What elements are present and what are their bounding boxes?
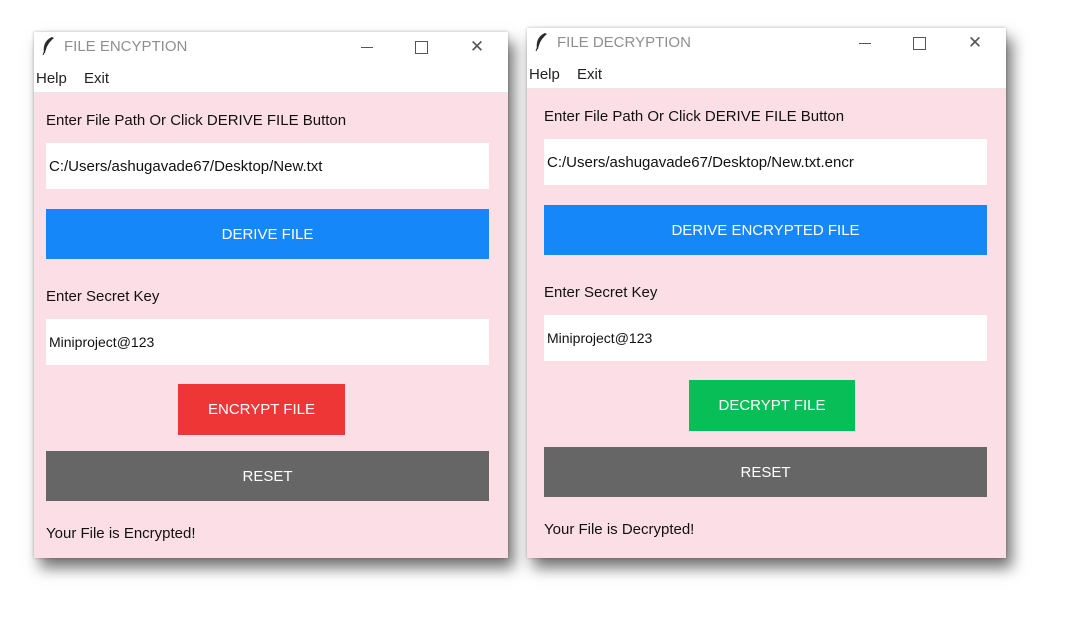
- decrypt-file-button[interactable]: DECRYPT FILE: [689, 380, 855, 431]
- minimize-button[interactable]: [852, 32, 878, 54]
- encryption-window: FILE ENCYPTION ✕ Help Exit Enter File Pa…: [34, 32, 508, 558]
- status-text: Your File is Encrypted!: [46, 525, 196, 542]
- secret-key-input[interactable]: [544, 315, 987, 361]
- window-title: FILE ENCYPTION: [64, 38, 188, 55]
- close-icon: ✕: [469, 37, 485, 56]
- reset-button[interactable]: RESET: [544, 447, 987, 497]
- minimize-icon: [361, 46, 373, 48]
- feather-icon: [40, 36, 56, 56]
- window-title: FILE DECRYPTION: [557, 34, 691, 51]
- reset-button[interactable]: RESET: [46, 451, 489, 501]
- derive-file-button[interactable]: DERIVE FILE: [46, 209, 489, 259]
- decryption-window: FILE DECRYPTION ✕ Help Exit Enter File P…: [527, 28, 1006, 558]
- maximize-icon: [414, 40, 428, 54]
- secret-key-input[interactable]: [46, 319, 489, 365]
- status-text: Your File is Decrypted!: [544, 521, 695, 538]
- maximize-button[interactable]: [408, 36, 434, 58]
- file-path-label: Enter File Path Or Click DERIVE FILE But…: [46, 112, 347, 129]
- title-bar[interactable]: FILE DECRYPTION ✕: [527, 28, 1006, 58]
- file-path-input[interactable]: [46, 143, 489, 189]
- feather-icon: [533, 32, 549, 52]
- title-bar[interactable]: FILE ENCYPTION ✕: [34, 32, 508, 62]
- menu-exit[interactable]: Exit: [84, 70, 109, 87]
- close-button[interactable]: ✕: [464, 36, 490, 58]
- minimize-icon: [859, 42, 871, 44]
- derive-encrypted-file-button[interactable]: DERIVE ENCRYPTED FILE: [544, 205, 987, 255]
- maximize-icon: [912, 36, 926, 50]
- close-button[interactable]: ✕: [962, 32, 988, 54]
- secret-key-label: Enter Secret Key: [544, 284, 658, 301]
- encrypt-file-button[interactable]: ENCRYPT FILE: [178, 384, 345, 435]
- menu-help[interactable]: Help: [36, 70, 67, 87]
- secret-key-label: Enter Secret Key: [46, 288, 160, 305]
- minimize-button[interactable]: [354, 36, 380, 58]
- menu-bar: Help Exit: [34, 62, 508, 93]
- maximize-button[interactable]: [906, 32, 932, 54]
- menu-help[interactable]: Help: [529, 66, 560, 83]
- file-path-input[interactable]: [544, 139, 987, 185]
- close-icon: ✕: [967, 33, 983, 52]
- menu-exit[interactable]: Exit: [577, 66, 602, 83]
- file-path-label: Enter File Path Or Click DERIVE FILE But…: [544, 108, 845, 125]
- menu-bar: Help Exit: [527, 58, 1006, 89]
